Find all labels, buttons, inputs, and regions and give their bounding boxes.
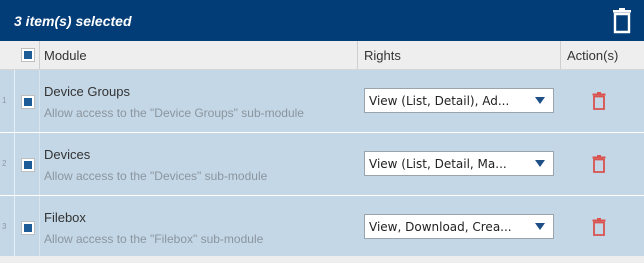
column-header-rights[interactable]: Rights	[364, 41, 401, 69]
caret-down-icon	[535, 97, 545, 104]
module-description: Allow access to the "Device Groups" sub-…	[44, 106, 304, 120]
module-description: Allow access to the "Filebox" sub-module	[44, 232, 264, 246]
rights-select[interactable]: View (List, Detail), Ad...	[364, 88, 554, 113]
delete-row-button[interactable]	[592, 155, 606, 178]
table-row[interactable]: 1 Device Groups Allow access to the "Dev…	[0, 70, 644, 132]
trash-icon	[592, 155, 606, 173]
selection-toolbar: 3 item(s) selected	[0, 0, 644, 41]
column-header-module[interactable]: Module	[44, 41, 87, 69]
rights-select-value: View, Download, Crea...	[369, 219, 512, 234]
trash-icon	[592, 92, 606, 110]
rights-select[interactable]: View, Download, Crea...	[364, 214, 554, 239]
rights-select-value: View (List, Detail, Ma...	[369, 156, 507, 171]
select-all-checkbox[interactable]	[21, 48, 35, 62]
rights-select[interactable]: View (List, Detail, Ma...	[364, 151, 554, 176]
module-title: Devices	[44, 147, 91, 162]
selected-count-label: 3 item(s) selected	[14, 12, 132, 29]
trash-icon	[613, 7, 631, 33]
column-header-actions: Action(s)	[567, 47, 619, 63]
delete-selected-button[interactable]	[612, 7, 632, 34]
row-number: 3	[2, 222, 7, 231]
table-footer	[0, 256, 644, 263]
module-title: Device Groups	[44, 84, 130, 99]
table-row[interactable]: 2 Devices Allow access to the "Devices" …	[0, 133, 644, 195]
module-title: Filebox	[44, 210, 86, 225]
delete-row-button[interactable]	[592, 218, 606, 241]
table-row[interactable]: 3 Filebox Allow access to the "Filebox" …	[0, 196, 644, 256]
row-checkbox[interactable]	[21, 221, 35, 235]
rights-select-value: View (List, Detail), Ad...	[369, 93, 510, 108]
table-header: Module Rights Action(s)	[0, 41, 644, 70]
delete-row-button[interactable]	[592, 92, 606, 115]
trash-icon	[592, 218, 606, 236]
row-checkbox[interactable]	[21, 158, 35, 172]
caret-down-icon	[535, 223, 545, 230]
row-checkbox[interactable]	[21, 95, 35, 109]
caret-down-icon	[535, 160, 545, 167]
row-number: 1	[2, 96, 7, 105]
row-number: 2	[2, 159, 7, 168]
module-description: Allow access to the "Devices" sub-module	[44, 169, 268, 183]
